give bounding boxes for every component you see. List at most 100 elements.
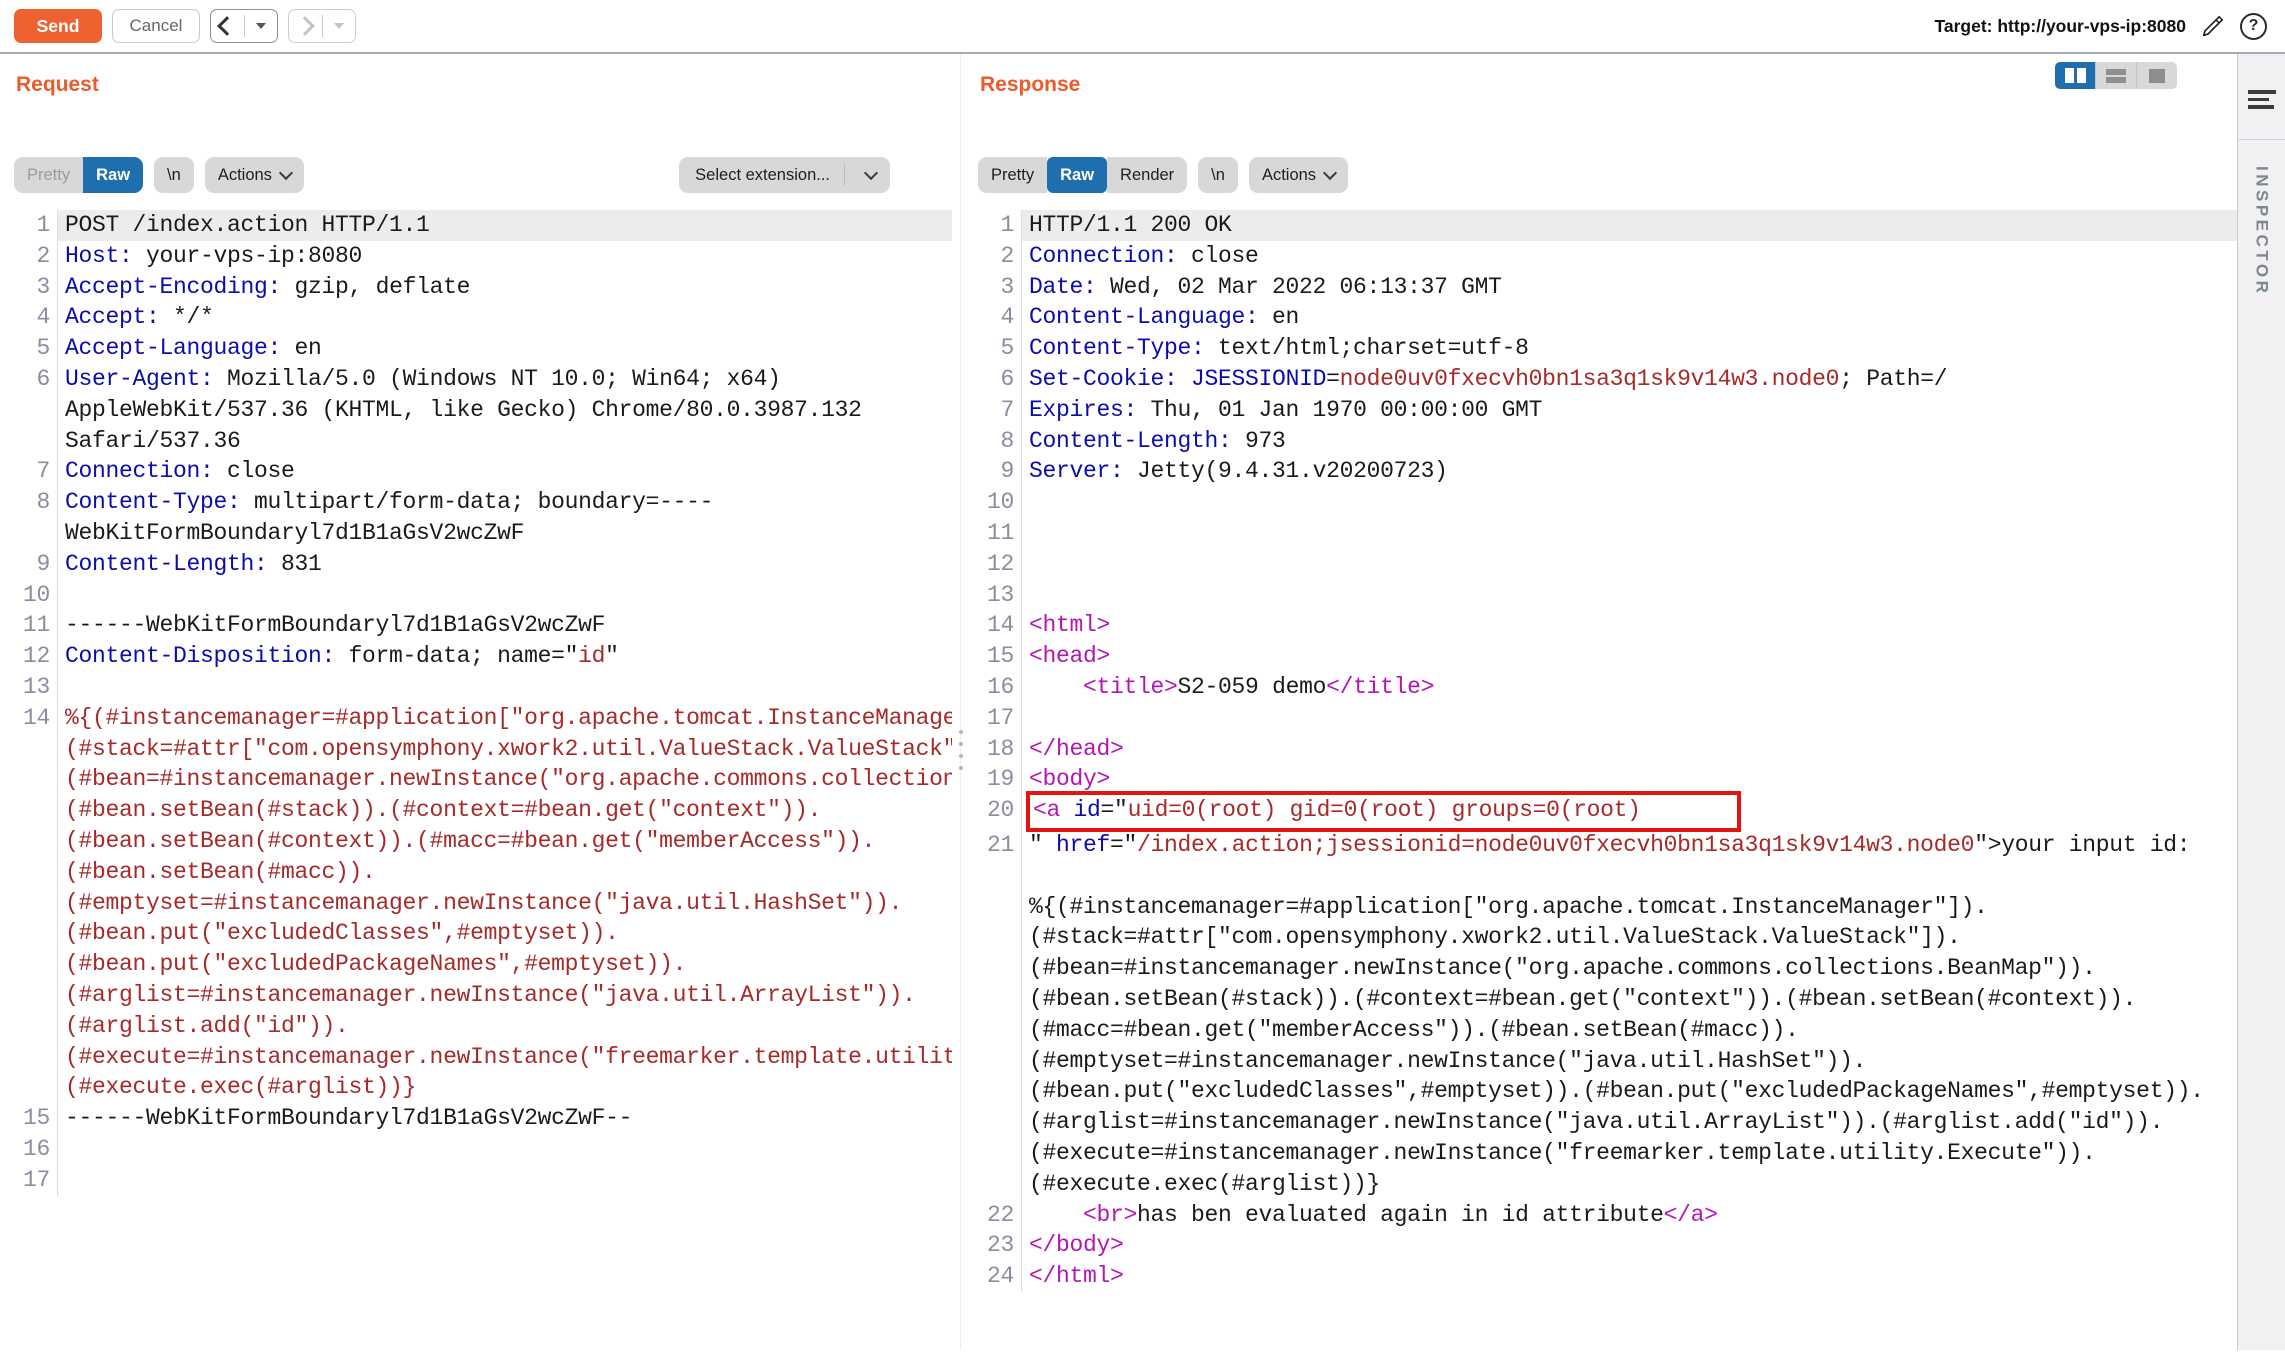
- code-line: 5Content-Type: text/html;charset=utf-8: [978, 333, 2237, 364]
- line-content: %{(#instancemanager=#application["org.ap…: [1022, 892, 2237, 1200]
- line-number: 13: [978, 580, 1022, 611]
- code-line: 23</body>: [978, 1230, 2237, 1261]
- code-line: 15<head>: [978, 641, 2237, 672]
- line-content: <a id="uid=0(root) gid=0(root) groups=0(…: [1022, 795, 2237, 830]
- divider: [960, 54, 961, 1350]
- line-content: Server: Jetty(9.4.31.v20200723): [1022, 456, 2237, 487]
- code-line: 7Expires: Thu, 01 Jan 1970 00:00:00 GMT: [978, 395, 2237, 426]
- code-line: 22 <br>has ben evaluated again in id att…: [978, 1200, 2237, 1231]
- line-content: Accept-Encoding: gzip, deflate: [58, 272, 952, 303]
- line-number: 5: [14, 333, 58, 364]
- line-number: 7: [978, 395, 1022, 426]
- columns-icon: [2077, 68, 2086, 83]
- line-content: <br>has ben evaluated again in id attrib…: [1022, 1200, 2237, 1231]
- line-number: 17: [14, 1165, 58, 1196]
- line-content: [1022, 549, 2237, 580]
- select-extension-dropdown[interactable]: Select extension...: [679, 157, 890, 193]
- request-tabbar: Pretty Raw \n Actions Select extension..…: [14, 157, 952, 193]
- line-number: 1: [978, 210, 1022, 241]
- code-line: 2Host: your-vps-ip:8080: [14, 241, 952, 272]
- tab-raw[interactable]: Raw: [1047, 157, 1107, 193]
- send-button[interactable]: Send: [14, 9, 102, 43]
- code-line: 9Content-Length: 831: [14, 549, 952, 580]
- line-content: Accept-Language: en: [58, 333, 952, 364]
- line-number: [978, 892, 1022, 1200]
- response-actions-menu[interactable]: Actions: [1249, 157, 1348, 193]
- single-view-button[interactable]: [2136, 62, 2177, 89]
- request-editor[interactable]: 1POST /index.action HTTP/1.12Host: your-…: [14, 210, 952, 1196]
- line-content: [58, 672, 952, 703]
- inspector-collapse-icon[interactable]: [2248, 90, 2276, 109]
- forward-history-dropdown[interactable]: [323, 10, 356, 42]
- code-line: 2Connection: close: [978, 241, 2237, 272]
- line-content: [1022, 518, 2237, 549]
- line-number: 15: [14, 1103, 58, 1134]
- back-button-group: [210, 9, 278, 43]
- code-line: 8Content-Length: 973: [978, 426, 2237, 457]
- line-number: 3: [978, 272, 1022, 303]
- code-line: 12Content-Disposition: form-data; name="…: [14, 641, 952, 672]
- columns-icon: [2065, 68, 2074, 83]
- code-line: 4Content-Language: en: [978, 302, 2237, 333]
- line-content: [1022, 861, 2237, 892]
- response-editor[interactable]: 1HTTP/1.1 200 OK2Connection: close3Date:…: [978, 210, 2237, 1292]
- line-content: Content-Language: en: [1022, 302, 2237, 333]
- back-chevron-icon: [217, 16, 237, 36]
- line-number: 17: [978, 703, 1022, 734]
- dropdown-triangle-icon: [334, 23, 344, 29]
- edit-target-icon[interactable]: [2200, 13, 2226, 39]
- inspector-label[interactable]: INSPECTOR: [2252, 166, 2272, 296]
- code-line: 9Server: Jetty(9.4.31.v20200723): [978, 456, 2237, 487]
- line-content: Content-Type: multipart/form-data; bound…: [58, 487, 952, 549]
- line-content: [1022, 487, 2237, 518]
- line-content: </html>: [1022, 1261, 2237, 1292]
- line-number: 1: [14, 210, 58, 241]
- side-by-side-view-button[interactable]: [2055, 62, 2095, 89]
- cancel-button[interactable]: Cancel: [112, 9, 200, 43]
- line-content: </head>: [1022, 734, 2237, 765]
- line-number: 5: [978, 333, 1022, 364]
- code-line: 17: [14, 1165, 952, 1196]
- tab-raw[interactable]: Raw: [83, 157, 143, 193]
- highlight-box: <a id="uid=0(root) gid=0(root) groups=0(…: [1026, 791, 1741, 832]
- tab-render[interactable]: Render: [1107, 157, 1187, 193]
- tab-pretty[interactable]: Pretty: [14, 157, 83, 193]
- line-content: Host: your-vps-ip:8080: [58, 241, 952, 272]
- extension-chevron-button[interactable]: [845, 157, 890, 193]
- line-number: 15: [978, 641, 1022, 672]
- line-number: 19: [978, 764, 1022, 795]
- message-editor-area: Request Pretty Raw \n Actions Select ext…: [0, 54, 2285, 1350]
- line-content: <title>S2-059 demo</title>: [1022, 672, 2237, 703]
- dropdown-triangle-icon: [256, 23, 266, 29]
- forward-button[interactable]: [289, 10, 322, 42]
- code-line: 24</html>: [978, 1261, 2237, 1292]
- back-button[interactable]: [211, 10, 244, 42]
- panel-splitter[interactable]: [952, 54, 970, 1350]
- response-view-tabs: Pretty Raw Render: [978, 157, 1187, 193]
- select-extension-label: Select extension...: [695, 166, 830, 185]
- line-content: ------WebKitFormBoundaryl7d1B1aGsV2wcZwF: [58, 610, 952, 641]
- tab-newline-toggle[interactable]: \n: [1198, 157, 1238, 193]
- code-line: 18</head>: [978, 734, 2237, 765]
- line-content: Date: Wed, 02 Mar 2022 06:13:37 GMT: [1022, 272, 2237, 303]
- line-number: 24: [978, 1261, 1022, 1292]
- code-line: 16: [14, 1134, 952, 1165]
- chevron-down-icon: [1323, 166, 1337, 180]
- request-actions-menu[interactable]: Actions: [205, 157, 304, 193]
- line-number: 13: [14, 672, 58, 703]
- pencil-icon: [2200, 13, 2226, 39]
- stacked-view-button[interactable]: [2095, 62, 2136, 89]
- help-icon[interactable]: ?: [2240, 13, 2267, 40]
- splitter-grip-icon[interactable]: [959, 730, 963, 734]
- tab-pretty[interactable]: Pretty: [978, 157, 1047, 193]
- tab-newline-toggle[interactable]: \n: [154, 157, 194, 193]
- code-line: 10: [14, 580, 952, 611]
- back-history-dropdown[interactable]: [245, 10, 278, 42]
- code-line: 6User-Agent: Mozilla/5.0 (Windows NT 10.…: [14, 364, 952, 456]
- target-label: Target: http://your-vps-ip:8080: [1934, 16, 2186, 37]
- line-number: 11: [14, 610, 58, 641]
- code-line: 21" href="/index.action;jsessionid=node0…: [978, 830, 2237, 861]
- repeater-toolbar: Send Cancel Target: http://your-vps-ip:8…: [0, 0, 2285, 54]
- layout-view-buttons: [2055, 62, 2177, 89]
- line-number: 3: [14, 272, 58, 303]
